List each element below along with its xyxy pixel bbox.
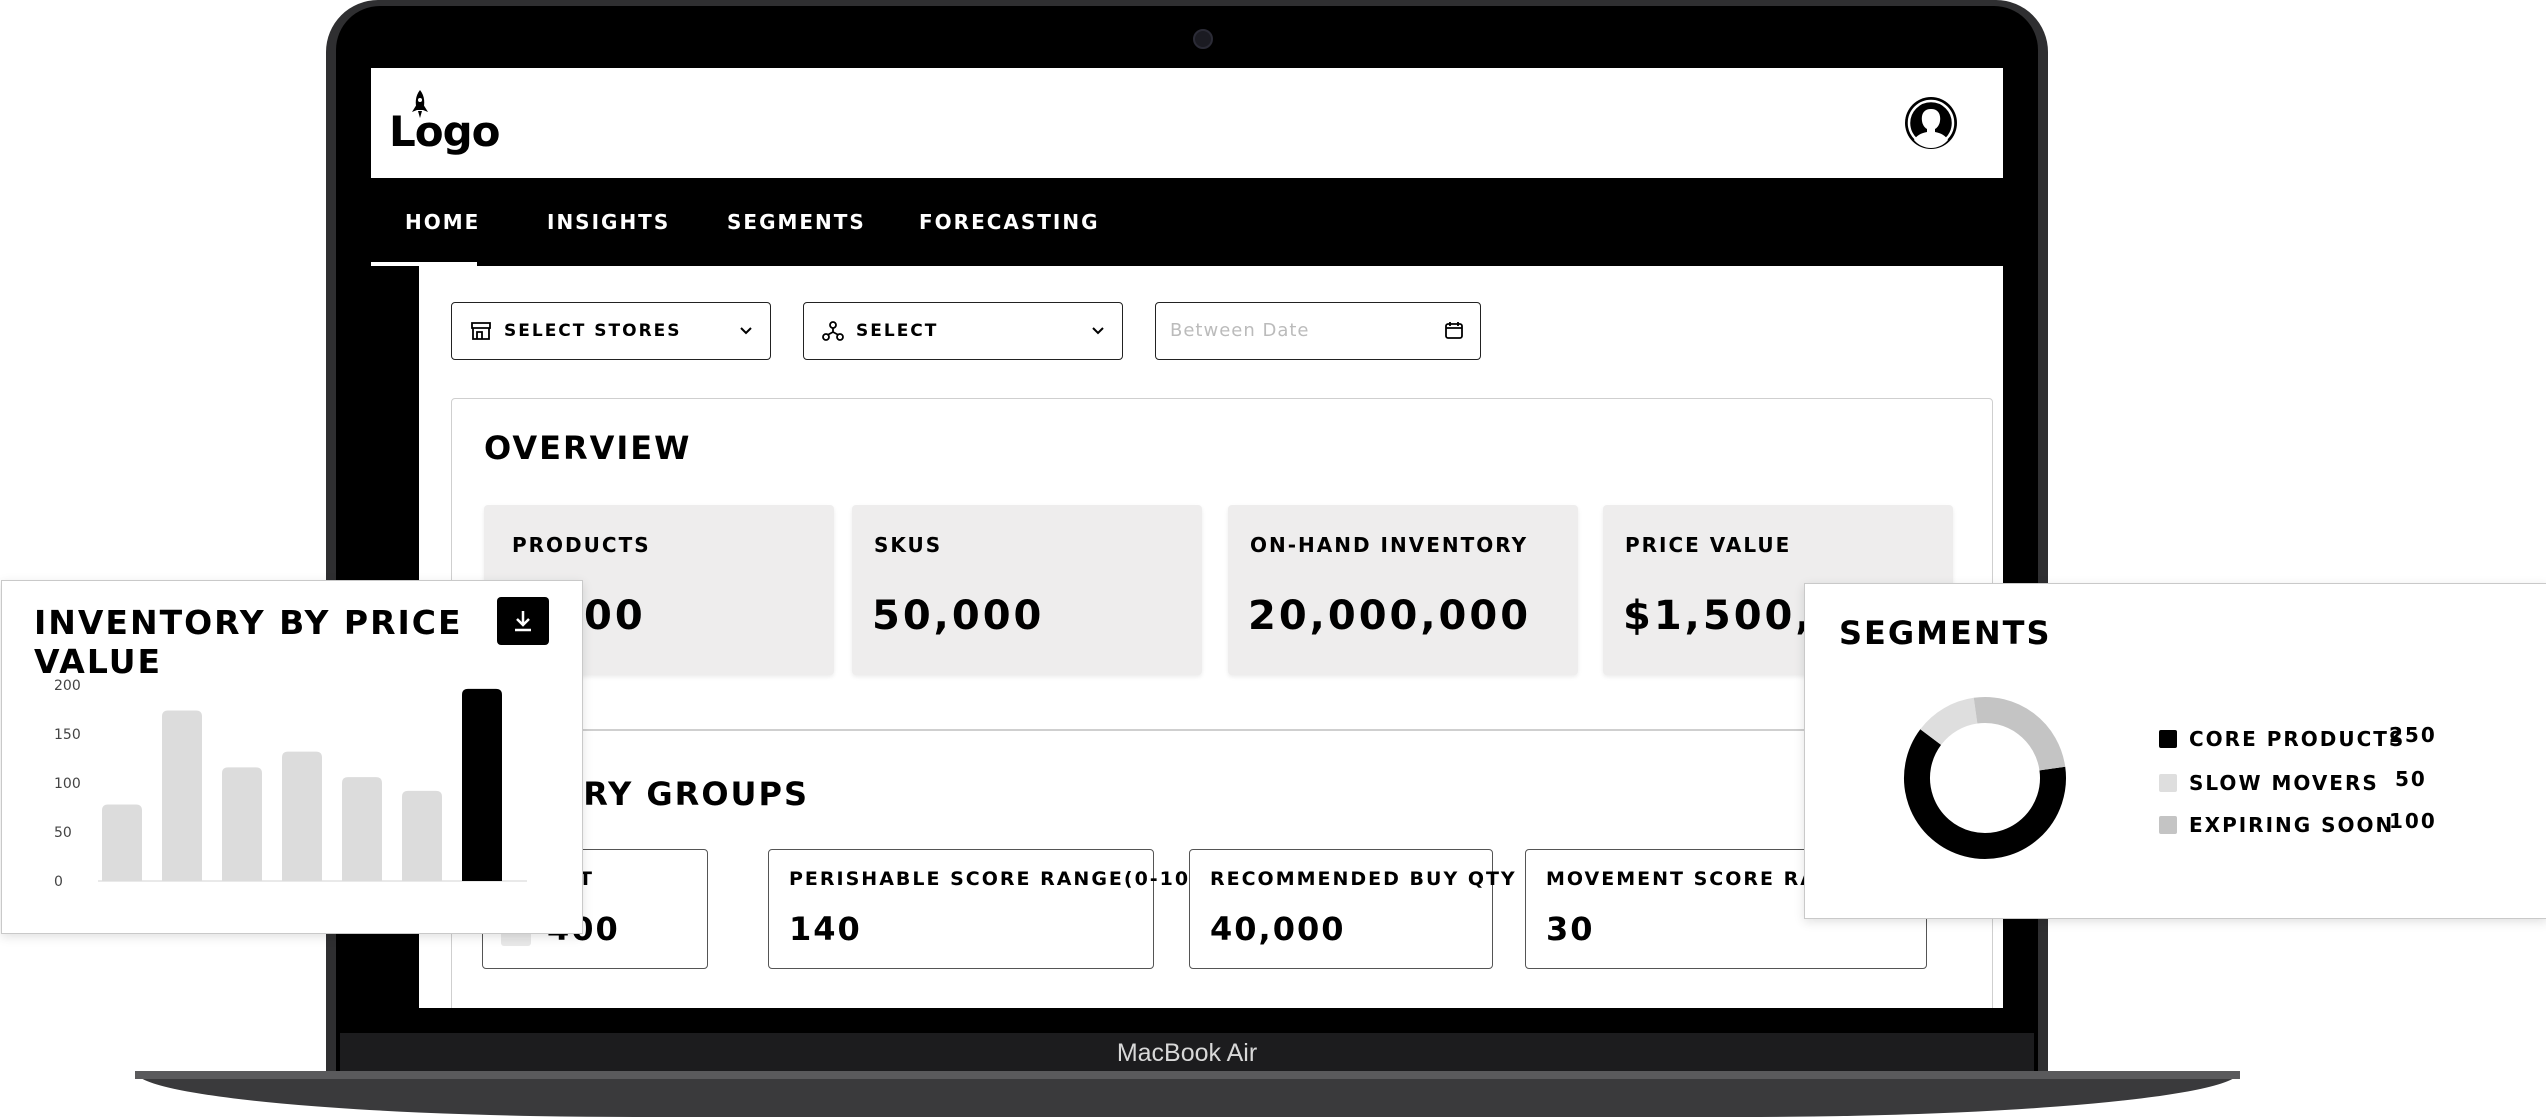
select-stores-label: SELECT STORES (504, 321, 682, 341)
bar-6[interactable] (402, 790, 442, 881)
donut-slice-core-products[interactable] (1904, 729, 2066, 859)
kpi-value: 20,000,000 (1248, 593, 1532, 639)
bar-5[interactable] (342, 777, 382, 881)
y-tick-label: 100 (54, 776, 81, 792)
kpi-value: 00 (584, 593, 646, 639)
camera (1193, 29, 1213, 49)
section-divider (452, 729, 1992, 731)
select-stores-dropdown[interactable]: SELECT STORES (451, 302, 771, 360)
store-icon (471, 322, 491, 340)
network-icon (822, 321, 844, 341)
nav-forecasting[interactable]: FORECASTING (919, 178, 1100, 266)
group-value: 140 (789, 910, 862, 948)
bar-4[interactable] (282, 751, 322, 881)
group-label: RECOMMENDED BUY QTY (1210, 868, 1517, 890)
app-header: Logo (371, 68, 2003, 178)
logo[interactable]: Logo (389, 90, 501, 156)
user-avatar[interactable] (1905, 97, 1957, 149)
donut-chart (1904, 697, 2066, 859)
group-label: PERISHABLE SCORE RANGE(0-100) (789, 868, 1217, 890)
laptop-chin: MacBook Air (340, 1033, 2034, 1075)
y-tick-label: 200 (54, 678, 81, 694)
donut-slice-expiring-soon[interactable] (1973, 697, 2066, 771)
nav-insights[interactable]: INSIGHTS (547, 178, 670, 266)
nav-home[interactable]: HOME (405, 178, 480, 266)
legend-label: CORE PRODUCTS (2189, 727, 2406, 751)
laptop-base-edge (135, 1071, 2240, 1079)
main-nav: HOME INSIGHTS SEGMENTS FORECASTING (371, 178, 2003, 266)
kpi-skus: SKUS 50,000 (852, 505, 1202, 675)
main-content: SELECT STORES SELECT Between Date OVERVI… (419, 266, 2003, 1008)
group-value: 40,000 (1210, 910, 1346, 948)
chevron-down-icon (740, 327, 752, 335)
kpi-label: SKUS (874, 533, 943, 557)
select-dropdown[interactable]: SELECT (803, 302, 1123, 360)
donut-slice-slow-movers[interactable] (1920, 697, 1978, 746)
select-label: SELECT (856, 321, 939, 341)
kpi-label: PRICE VALUE (1625, 533, 1792, 557)
nav-segments[interactable]: SEGMENTS (727, 178, 866, 266)
legend-value: 100 (2389, 809, 2437, 833)
legend-value: 50 (2395, 767, 2427, 791)
inventory-groups-title: ORY GROUPS (554, 775, 809, 813)
legend-label: EXPIRING SOON (2189, 813, 2395, 837)
date-range-placeholder: Between Date (1170, 320, 1310, 341)
device-brand: MacBook Air (1116, 1039, 1258, 1067)
screen: Logo HOME INSIGHTS SEGMENTS FORECASTING … (371, 68, 2003, 1008)
group-value: 30 (1546, 910, 1595, 948)
bar-2[interactable] (162, 710, 202, 881)
kpi-label: ON-HAND INVENTORY (1250, 533, 1529, 557)
segments-card: SEGMENTS CORE PRODUCTS 250 SLOW MOVERS 5… (1804, 583, 2546, 919)
group-card-perishable: PERISHABLE SCORE RANGE(0-100) 140 (768, 849, 1214, 969)
legend-swatch (2159, 774, 2177, 792)
y-tick-label: 50 (54, 825, 72, 841)
y-tick-label: 0 (54, 874, 63, 890)
kpi-value: 50,000 (872, 593, 1045, 639)
legend-swatch (2159, 816, 2177, 834)
kpi-label: PRODUCTS (512, 533, 651, 557)
inventory-by-price-card: INVENTORY BY PRICE VALUE 0 50 100 150 200 (1, 580, 583, 934)
overview-panel: OVERVIEW PRODUCTS 00 SKUS 50,000 ON-HAND… (451, 398, 1993, 1008)
chevron-down-icon (1092, 327, 1104, 335)
bar-3[interactable] (222, 767, 262, 881)
calendar-icon[interactable] (1444, 320, 1464, 340)
legend-value: 250 (2389, 723, 2437, 747)
logo-text: Logo (389, 107, 501, 156)
legend-swatch (2159, 730, 2177, 748)
user-icon (1907, 99, 1955, 149)
legend-label: SLOW MOVERS (2189, 771, 2379, 795)
bar-7[interactable] (462, 688, 502, 881)
overview-title: OVERVIEW (484, 429, 692, 467)
date-range-input[interactable]: Between Date (1155, 302, 1481, 360)
y-tick-label: 150 (54, 727, 81, 743)
bar-1[interactable] (102, 804, 142, 881)
kpi-on-hand-inventory: ON-HAND INVENTORY 20,000,000 (1228, 505, 1578, 675)
group-card-buy-qty: RECOMMENDED BUY QTY 40,000 (1189, 849, 1515, 969)
bar-chart: 0 50 100 150 200 (54, 678, 527, 890)
